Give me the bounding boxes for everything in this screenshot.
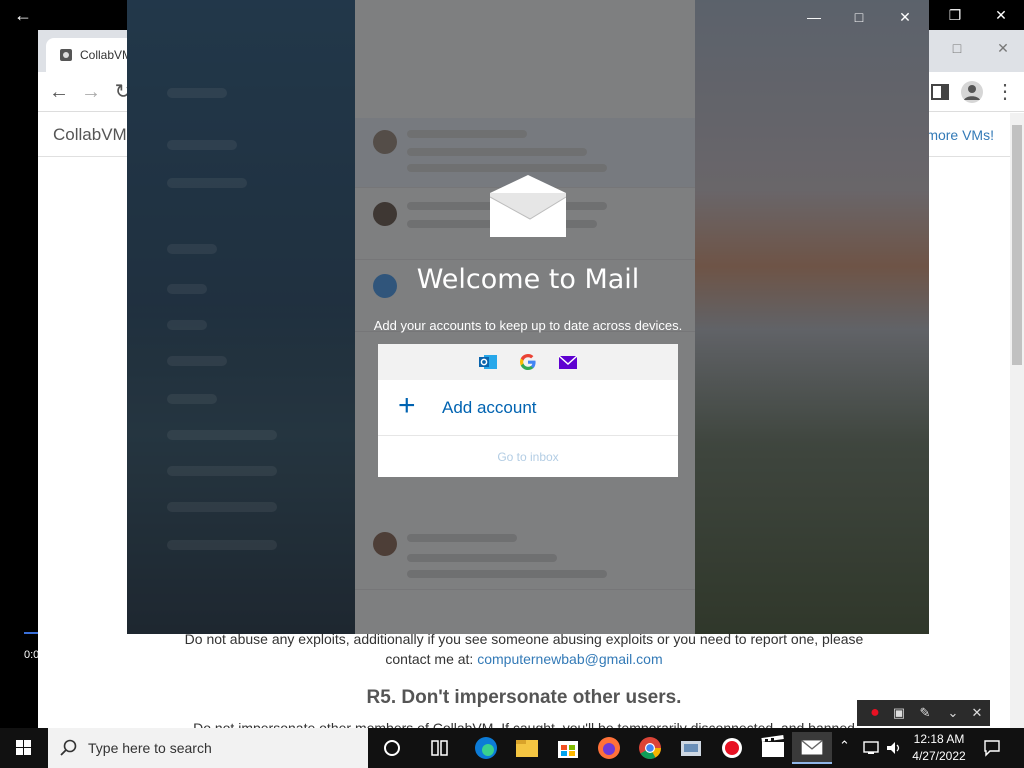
toolbar-close-icon[interactable]: ✕ [967, 703, 987, 723]
provider-icons-row [378, 344, 678, 380]
record-icon[interactable]: ● [865, 703, 885, 723]
player-time-label: 0:0 [24, 649, 40, 661]
volume-icon[interactable] [885, 740, 903, 756]
chrome-maximize-icon[interactable]: □ [942, 36, 972, 60]
contact-email-link[interactable]: computernewbab@gmail.com [477, 651, 662, 667]
notifications-icon[interactable] [982, 738, 1002, 758]
plus-icon: + [398, 389, 416, 422]
mail-dim-overlay [127, 0, 929, 634]
mail-maximize-icon[interactable]: □ [844, 6, 874, 28]
yahoo-mail-icon [558, 355, 578, 369]
welcome-subtitle: Add your accounts to keep up to date acr… [373, 318, 683, 333]
search-placeholder: Type here to search [88, 740, 212, 756]
back-arrow-icon[interactable]: ← [14, 5, 34, 25]
store-icon[interactable] [548, 732, 588, 764]
google-icon [520, 354, 536, 370]
clock-time: 12:18 AM [913, 732, 965, 746]
sidebar-panel-icon[interactable] [928, 80, 952, 104]
chrome-close-icon[interactable]: ✕ [988, 36, 1018, 60]
movie-maker-icon[interactable] [753, 732, 793, 764]
camera-icon[interactable]: ▣ [889, 703, 909, 723]
edge-icon[interactable] [466, 732, 506, 764]
mail-close-icon[interactable]: ✕ [890, 6, 920, 28]
tray-chevron-icon[interactable]: ⌃ [839, 738, 850, 754]
firefox-icon[interactable] [589, 732, 629, 764]
clock-date: 4/27/2022 [912, 749, 966, 763]
outlook-icon [479, 355, 497, 369]
profile-avatar-icon[interactable] [960, 80, 984, 104]
collapse-icon[interactable]: ⌄ [943, 703, 963, 723]
task-view-icon[interactable] [420, 732, 460, 764]
account-panel: + Add account Go to inbox [378, 344, 678, 477]
recording-toolbar: ● ▣ ✎ ⌄ ✕ [857, 700, 990, 726]
more-vms-link[interactable]: more VMs! [926, 127, 994, 143]
mail-window: — □ ✕ Welcome to Mail Add your accounts … [127, 0, 929, 634]
tab-title: CollabVM [80, 48, 133, 62]
contact-prefix: contact me at: [385, 651, 478, 667]
pencil-icon[interactable]: ✎ [915, 703, 935, 723]
taskbar-search-box[interactable]: Type here to search [48, 728, 368, 768]
browser-forward-icon[interactable]: → [78, 80, 104, 104]
search-icon [60, 739, 77, 756]
scrollbar-thumb[interactable] [1012, 125, 1022, 365]
control-panel-icon[interactable] [671, 732, 711, 764]
page-scrollbar[interactable] [1010, 113, 1024, 728]
restore-icon[interactable]: ❐ [940, 4, 970, 26]
rule-contact-line: contact me at: computernewbab@gmail.com [38, 651, 1010, 667]
welcome-title: Welcome to Mail [416, 264, 640, 295]
add-account-button[interactable]: + Add account [378, 380, 678, 436]
windows-start-icon[interactable] [0, 728, 48, 768]
page-brand[interactable]: CollabVM [53, 125, 127, 145]
mail-taskbar-icon[interactable] [792, 732, 832, 764]
taskbar-clock[interactable]: 12:18 AM 4/27/2022 [905, 731, 973, 765]
mail-envelope-icon [490, 175, 566, 237]
go-to-inbox-button[interactable]: Go to inbox [378, 436, 678, 477]
network-icon[interactable] [862, 740, 880, 756]
cortana-icon[interactable] [372, 732, 412, 764]
browser-menu-icon[interactable]: ⋮ [992, 80, 1018, 104]
player-progress-bar[interactable] [24, 632, 38, 634]
close-icon[interactable]: ✕ [986, 4, 1016, 26]
mail-minimize-icon[interactable]: — [799, 6, 829, 28]
chrome-icon[interactable] [630, 732, 670, 764]
add-account-label: Add account [442, 398, 537, 417]
file-explorer-icon[interactable] [507, 732, 547, 764]
taskbar: Type here to search ⌃ 12:18 AM 4/27/2022 [0, 728, 1024, 768]
recorder-icon[interactable] [712, 732, 752, 764]
collabvm-favicon-icon [60, 49, 72, 61]
browser-back-icon[interactable]: ← [46, 80, 72, 104]
